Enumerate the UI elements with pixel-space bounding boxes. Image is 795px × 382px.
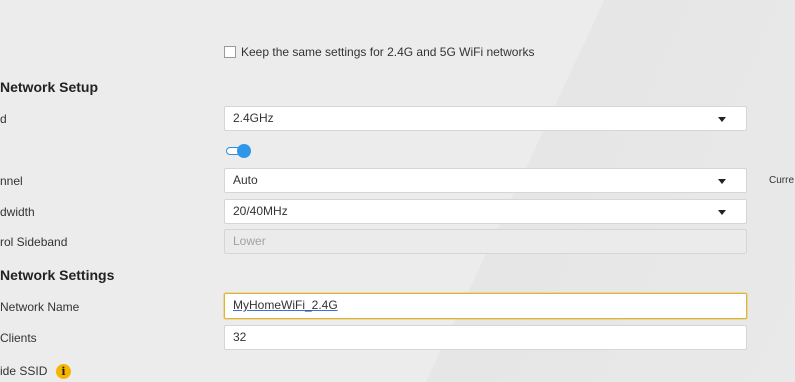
sync-checkbox[interactable] [224, 46, 236, 58]
network-setup-title: Network Setup [0, 79, 99, 95]
band-label: d [0, 112, 7, 126]
toggle-knob [237, 144, 251, 158]
network-name-value: MyHomeWiFi_2.4G [233, 298, 338, 312]
band-value: 2.4GHz [233, 111, 274, 125]
bandwidth-select[interactable]: 20/40MHz [224, 199, 747, 224]
control-sideband-field: Lower [224, 229, 747, 254]
max-clients-label: Clients [0, 331, 37, 345]
channel-value: Auto [233, 173, 258, 187]
chevron-down-icon [718, 210, 726, 215]
current-channel-text: Curre [769, 175, 795, 186]
control-sideband-label: rol Sideband [0, 235, 68, 249]
chevron-down-icon [718, 117, 726, 122]
hide-ssid-label: ide SSID [0, 364, 48, 378]
max-clients-value: 32 [233, 330, 247, 344]
channel-select[interactable]: Auto [224, 168, 747, 193]
control-sideband-value: Lower [233, 234, 266, 248]
network-settings-title: Network Settings [0, 267, 115, 283]
sync-checkbox-label: Keep the same settings for 2.4G and 5G W… [241, 45, 535, 59]
network-name-input[interactable]: MyHomeWiFi_2.4G [224, 293, 747, 319]
chevron-down-icon [718, 179, 726, 184]
bandwidth-value: 20/40MHz [233, 204, 288, 218]
wifi-toggle[interactable] [226, 143, 252, 159]
network-name-label: Network Name [0, 300, 80, 314]
max-clients-input[interactable]: 32 [224, 325, 747, 350]
info-icon[interactable]: i [56, 364, 71, 379]
band-select[interactable]: 2.4GHz [224, 106, 747, 131]
channel-label: nnel [0, 174, 23, 188]
bandwidth-label: dwidth [0, 205, 35, 219]
